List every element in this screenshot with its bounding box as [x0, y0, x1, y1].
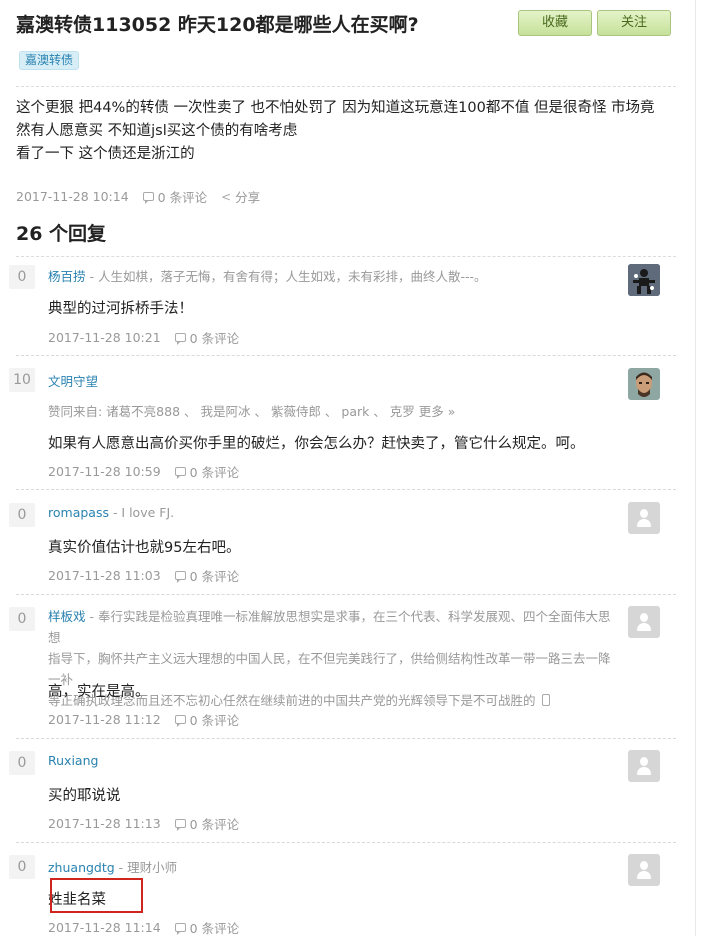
divider	[16, 842, 676, 843]
username-link[interactable]: romapass	[48, 505, 109, 520]
username-link[interactable]: 杨百捞	[48, 269, 86, 284]
user-avatar[interactable]	[628, 854, 660, 886]
reply-author-line: zhuangdtg - 理财小师	[48, 857, 177, 876]
comment-icon	[174, 333, 186, 345]
reply-author-line: romapass - I love FJ.	[48, 505, 174, 520]
divider	[16, 489, 676, 490]
comment-icon	[174, 715, 186, 727]
comment-icon	[174, 923, 186, 935]
question-body-line: 这个更狠 把44%的转债 一次性卖了 也不怕处罚了 因为知道这玩意连100都不值…	[16, 100, 655, 116]
photo-avatar-icon	[628, 368, 660, 400]
topic-tag[interactable]: 嘉澳转债	[19, 51, 80, 70]
reply-content: 典型的过河拆桥手法！	[48, 301, 193, 317]
default-avatar-icon	[640, 757, 648, 766]
reply-date: 2017-11-28 11:13	[48, 816, 161, 831]
reply-comments-link[interactable]: 0 条评论	[190, 566, 239, 585]
reply-date: 2017-11-28 10:59	[48, 464, 161, 479]
user-signature: - 理财小师	[114, 860, 178, 875]
user-signature: - I love FJ.	[108, 505, 175, 520]
reply-meta: 2017-11-28 11:14 0 条评论	[48, 918, 239, 936]
divider	[16, 256, 676, 257]
reply-comments-link[interactable]: 0 条评论	[190, 918, 239, 936]
right-border	[695, 0, 696, 936]
reply-meta: 2017-11-28 10:59 0 条评论	[48, 462, 239, 481]
divider	[16, 738, 676, 739]
reply-content: 如果有人愿意出高价买你手里的破烂，你会怎么办？赶快卖了，管它什么规定。呵。	[48, 436, 585, 452]
divider	[16, 86, 676, 87]
comment-icon	[174, 819, 186, 831]
question-body-line: 看了一下 这个债还是浙江的	[16, 146, 195, 162]
reply-author-line: 文明守望	[48, 371, 98, 390]
share-link[interactable]: 分享	[235, 187, 260, 206]
reply-author-line: 杨百捞 - 人生如棋，落子无悔，有舍有得；人生如戏，未有彩排，曲终人散---。	[48, 266, 487, 285]
divider	[16, 594, 676, 595]
question-comments-link[interactable]: 0 条评论	[158, 187, 207, 206]
vote-count[interactable]: 0	[9, 855, 35, 879]
user-avatar[interactable]	[628, 264, 660, 296]
user-signature: - 人生如棋，落子无悔，有舍有得；人生如戏，未有彩排，曲终人散---。	[85, 269, 487, 284]
follow-button[interactable]: 关注	[597, 10, 671, 36]
favorite-button[interactable]: 收藏	[518, 10, 592, 36]
username-link[interactable]: Ruxiang	[48, 753, 98, 768]
reply-date: 2017-11-28 10:21	[48, 330, 161, 345]
vote-count[interactable]: 10	[9, 368, 35, 392]
highlight-box	[50, 878, 143, 913]
agree-list[interactable]: 赞同来自: 诸葛不亮888 、 我是阿冰 、 紫薇侍郎 、 park 、 克罗 …	[48, 401, 455, 420]
vote-count[interactable]: 0	[9, 503, 35, 527]
question-meta: 2017-11-28 10:14 0 条评论 < 分享	[16, 187, 260, 206]
comment-icon	[174, 571, 186, 583]
vote-count[interactable]: 0	[9, 607, 35, 631]
reply-content: 买的耶说说	[48, 788, 121, 804]
reply-author-line: Ruxiang	[48, 753, 98, 768]
divider	[16, 355, 676, 356]
reply-count-heading: 26 个回复	[16, 223, 107, 245]
mobile-phone-icon	[541, 694, 550, 706]
username-link[interactable]: zhuangdtg	[48, 860, 115, 875]
reply-content: 真实价值估计也就95左右吧。	[48, 540, 241, 556]
default-avatar-icon	[640, 509, 648, 518]
reply-comments-link[interactable]: 0 条评论	[190, 328, 239, 347]
default-avatar-icon	[640, 861, 648, 870]
user-avatar[interactable]	[628, 368, 660, 400]
reply-comments-link[interactable]: 0 条评论	[190, 462, 239, 481]
reply-date: 2017-11-28 11:12	[48, 712, 161, 727]
vote-count[interactable]: 0	[9, 751, 35, 775]
comment-icon	[142, 192, 154, 204]
photo-avatar-icon	[628, 264, 660, 296]
reply-meta: 2017-11-28 11:13 0 条评论	[48, 814, 239, 833]
reply-content: 高，实在是高。	[48, 684, 150, 700]
vote-count[interactable]: 0	[9, 265, 35, 289]
username-link[interactable]: 样板戏	[48, 609, 86, 624]
user-avatar[interactable]	[628, 750, 660, 782]
reply-meta: 2017-11-28 11:03 0 条评论	[48, 566, 239, 585]
reply-date: 2017-11-28 11:14	[48, 920, 161, 935]
question-body: 这个更狠 把44%的转债 一次性卖了 也不怕处罚了 因为知道这玩意连100都不值…	[16, 97, 676, 166]
question-body-line: 然有人愿意买 不知道jsl买这个债的有啥考虑	[16, 123, 298, 139]
question-title: 嘉澳转债113052 昨天120都是哪些人在买啊?	[16, 14, 419, 36]
comment-icon	[174, 467, 186, 479]
reply-comments-link[interactable]: 0 条评论	[190, 814, 239, 833]
user-avatar[interactable]	[628, 502, 660, 534]
question-date: 2017-11-28 10:14	[16, 189, 129, 204]
reply-comments-link[interactable]: 0 条评论	[190, 710, 239, 729]
reply-meta: 2017-11-28 11:12 0 条评论	[48, 710, 239, 729]
reply-date: 2017-11-28 11:03	[48, 568, 161, 583]
username-link[interactable]: 文明守望	[48, 374, 98, 389]
user-avatar[interactable]	[628, 606, 660, 638]
default-avatar-icon	[640, 613, 648, 622]
reply-meta: 2017-11-28 10:21 0 条评论	[48, 328, 239, 347]
user-signature: - 奉行实践是检验真理唯一标准解放思想实是求事，在三个代表、科学发展观、四个全面…	[48, 609, 611, 645]
share-icon: <	[221, 189, 232, 204]
